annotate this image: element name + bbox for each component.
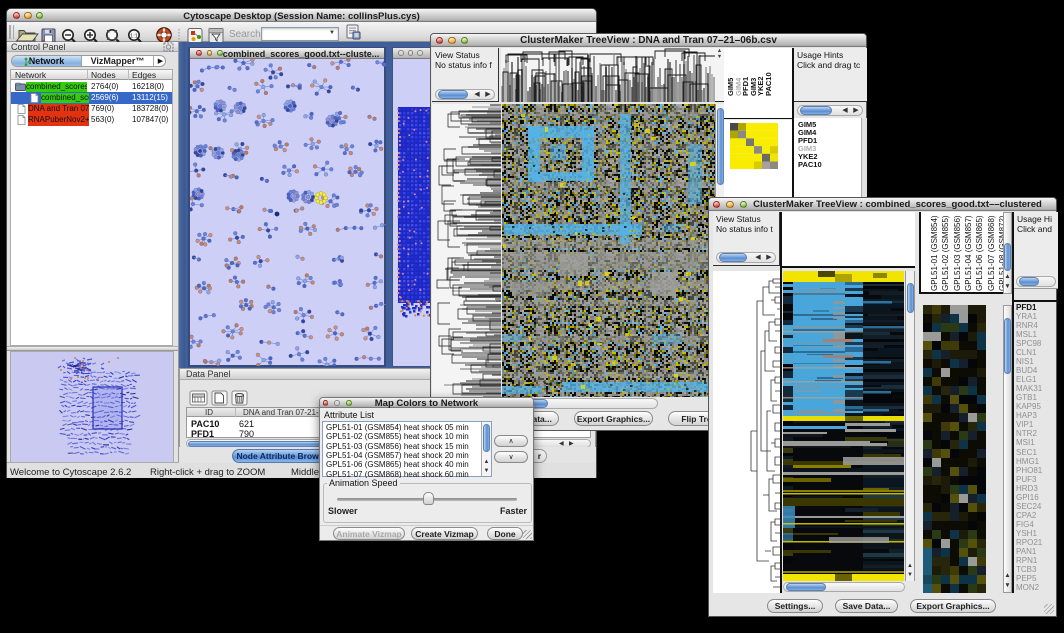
svg-text:1:1: 1:1 — [130, 34, 138, 40]
